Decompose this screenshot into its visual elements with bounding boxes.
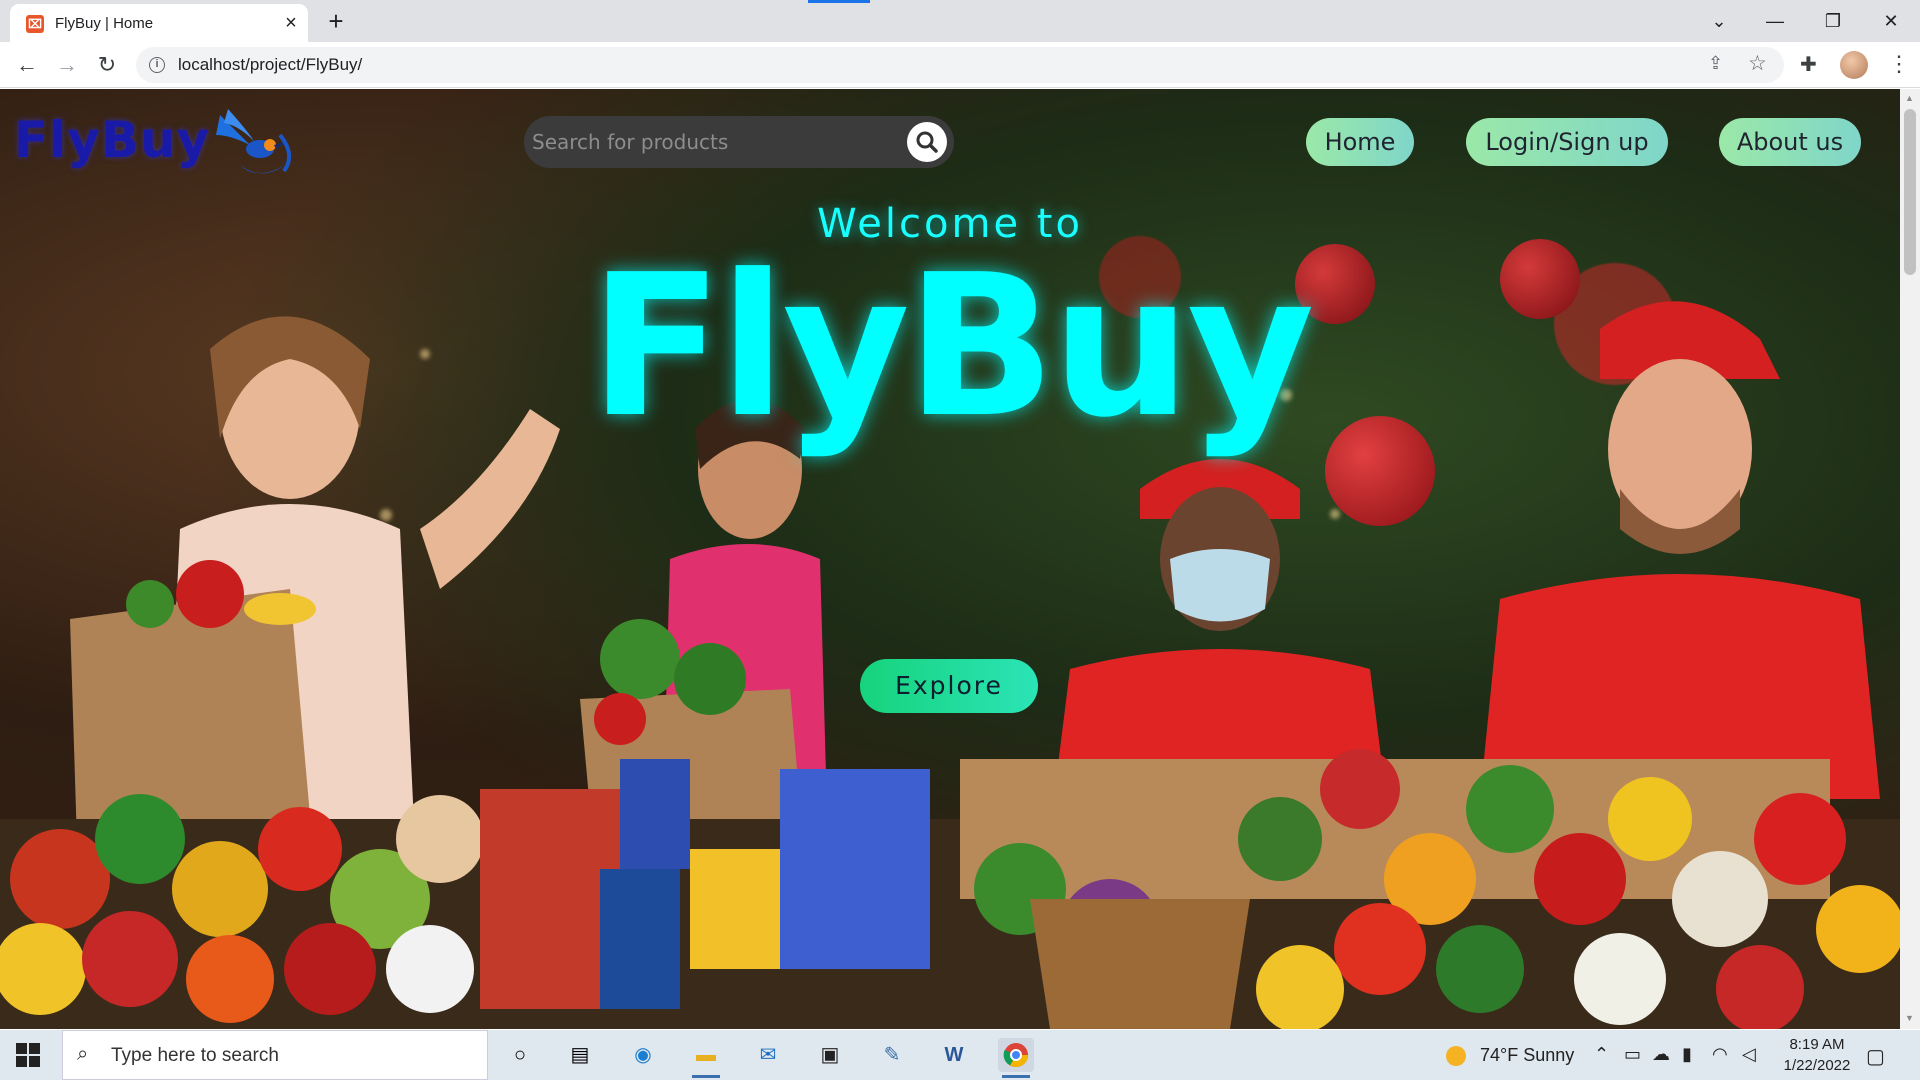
tray-chevron-icon[interactable]: ⌃ (1594, 1044, 1609, 1065)
mail-icon[interactable]: ✉ (750, 1038, 786, 1072)
notifications-icon[interactable]: ▢ (1866, 1044, 1885, 1069)
clock-date: 1/22/2022 (1783, 1057, 1851, 1074)
logo-text[interactable]: FlyBuy (14, 111, 210, 169)
meet-now-icon[interactable]: ▭ (1624, 1044, 1641, 1065)
volume-icon[interactable]: ◁ (1742, 1044, 1756, 1065)
weather-text[interactable]: 74°F Sunny (1480, 1045, 1574, 1066)
taskbar-search-placeholder: Type here to search (111, 1045, 279, 1066)
new-tab-button[interactable]: + (322, 7, 350, 35)
site-info-icon[interactable]: i (149, 57, 165, 73)
tab-search-icon[interactable]: ⌄ (1696, 6, 1742, 36)
scrollbar-thumb[interactable] (1904, 109, 1916, 275)
chrome-icon[interactable] (998, 1038, 1034, 1078)
scroll-down-arrow-icon[interactable]: ▼ (1905, 1013, 1914, 1023)
loading-indicator (808, 0, 870, 3)
terminal-icon[interactable]: ▣ (812, 1038, 848, 1072)
hummingbird-logo-icon (216, 109, 292, 174)
file-explorer-icon[interactable]: ▬ (688, 1038, 724, 1078)
groceries-image (0, 749, 1900, 1029)
scroll-up-arrow-icon[interactable]: ▲ (1905, 93, 1914, 103)
clock-time: 8:19 AM (1789, 1036, 1845, 1053)
nav-home-button[interactable]: Home (1306, 118, 1414, 166)
page-scrollbar[interactable]: ▲ ▼ (1900, 89, 1920, 1029)
windows-taskbar: ⌕ Type here to search ○ ▤ ◉ ▬ ✉ ▣ ✎ W 74… (0, 1030, 1920, 1080)
address-bar[interactable]: i localhost/project/FlyBuy/ ⇪ ☆ (136, 47, 1784, 83)
share-icon[interactable]: ⇪ (1708, 53, 1723, 74)
browser-menu-icon[interactable]: ⋮ (1888, 51, 1910, 77)
onedrive-icon[interactable]: ☁ (1652, 1044, 1670, 1065)
weather-sun-icon[interactable] (1446, 1046, 1466, 1066)
search-button[interactable] (907, 122, 947, 162)
python-icon[interactable]: ✎ (874, 1038, 910, 1072)
nav-about-us-button[interactable]: About us (1719, 118, 1861, 166)
back-icon[interactable]: ← (12, 50, 42, 80)
wifi-icon[interactable]: ◠ (1712, 1044, 1728, 1065)
word-icon[interactable]: W (936, 1038, 972, 1072)
url-text[interactable]: localhost/project/FlyBuy/ (178, 55, 362, 75)
bookmark-star-icon[interactable]: ☆ (1748, 51, 1767, 76)
browser-tab-bar: ⌧ FlyBuy | Home × + ⌄ — ❐ ✕ (0, 0, 1920, 42)
forward-icon[interactable]: → (52, 50, 82, 80)
nav-login-signup-button[interactable]: Login/Sign up (1466, 118, 1668, 166)
site-logo[interactable]: FlyBuy (14, 109, 292, 174)
battery-icon[interactable]: ▮ (1682, 1044, 1692, 1065)
cortana-icon[interactable]: ○ (502, 1038, 538, 1072)
search-input[interactable] (532, 124, 892, 160)
browser-tab[interactable]: ⌧ FlyBuy | Home × (10, 4, 308, 42)
extensions-icon[interactable]: ✚ (1800, 52, 1817, 77)
task-view-icon[interactable]: ▤ (562, 1038, 598, 1072)
chrome-logo-icon (1003, 1043, 1028, 1068)
profile-avatar[interactable] (1840, 51, 1868, 79)
taskbar-search-box[interactable]: ⌕ Type here to search (62, 1030, 488, 1080)
search-icon (916, 131, 938, 153)
explore-button[interactable]: Explore (860, 659, 1038, 713)
brand-title: FlyBuy (589, 233, 1315, 461)
close-window-button[interactable]: ✕ (1868, 6, 1914, 36)
edge-icon[interactable]: ◉ (625, 1038, 661, 1072)
reload-icon[interactable]: ↻ (92, 50, 122, 80)
browser-toolbar: ← → ↻ i localhost/project/FlyBuy/ ⇪ ☆ ✚ … (0, 42, 1920, 88)
windows-start-icon[interactable] (16, 1043, 40, 1067)
tab-title: FlyBuy | Home (55, 15, 154, 32)
favicon-icon: ⌧ (26, 15, 44, 33)
product-search-bar (524, 116, 954, 168)
close-tab-icon[interactable]: × (280, 12, 302, 34)
hero-banner: FlyBuy Home Login/Sign up About us Welco… (0, 89, 1900, 1029)
system-clock[interactable]: 8:19 AM 1/22/2022 (1772, 1034, 1862, 1076)
minimize-button[interactable]: — (1752, 6, 1798, 36)
delivery-man-with-box-image (1480, 301, 1880, 799)
search-icon: ⌕ (77, 1043, 89, 1065)
restore-button[interactable]: ❐ (1810, 6, 1856, 36)
